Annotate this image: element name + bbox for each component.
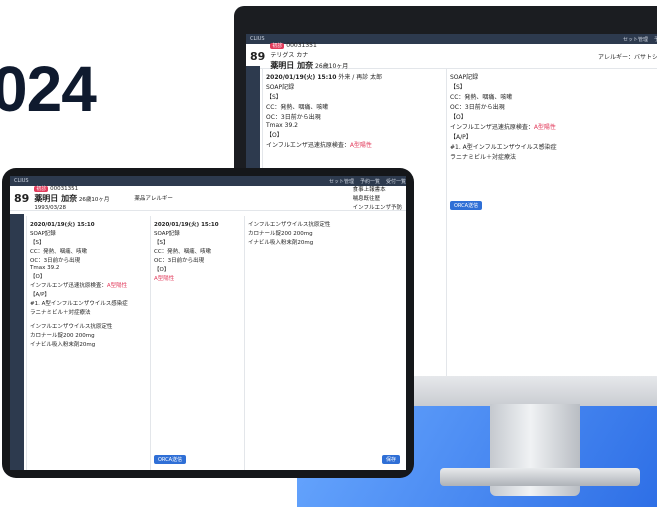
soap-s-line: CC：発熱、咽痛、咳嗽 (154, 249, 212, 255)
soap-s-line: Tmax 39.2 (30, 265, 60, 271)
soap-p-line: ラニナミビル＋対症療法 (30, 310, 91, 316)
soap-o-result: A型陽性 (106, 283, 128, 289)
patient-id: 00031351 (50, 186, 79, 192)
soap-header: SOAP記録 (154, 231, 180, 237)
tablet-middle-panel: 2020/01/19(火) 15:10 SOAP記録 【S】 CC：発熱、咽痛、… (150, 216, 247, 470)
soap-s-line: CC：発熱、咽痛、咳嗽 (30, 249, 88, 255)
info-item: 喘息既往歴 (352, 196, 381, 202)
info-item: 食事上報書本 (352, 187, 386, 193)
patient-age: 89 (250, 49, 266, 63)
soap-o-line: インフルエンザ迅速抗原検査： (266, 142, 350, 149)
soap-s-line: OC：3日前から出現 (30, 258, 81, 264)
order-item[interactable]: イナビル吸入粉末剤20mg (248, 238, 403, 246)
soap-p-label: 【A/P】 (30, 292, 50, 298)
soap-o-label: 【O】 (154, 267, 170, 273)
orca-submit-button[interactable]: ORCA送信 (154, 455, 187, 464)
soap-s-label: 【S】 (154, 240, 169, 246)
order-item[interactable]: インフルエンザウイルス抗原定性 (30, 322, 150, 330)
order-item[interactable]: カロナール錠200 200mg (248, 229, 403, 237)
soap-p-line: #1. A型インフルエンザウイルス感染症 (30, 301, 128, 307)
patient-age-detail: 26歳10ヶ月 (78, 197, 110, 203)
patient-kana: テリグス カナ (270, 51, 309, 59)
monitor-base (440, 468, 640, 486)
record-datetime: 2020/01/19(火) 15:10 (266, 74, 337, 81)
patient-age: 89 (14, 191, 30, 205)
save-button[interactable]: 保存 (381, 455, 400, 464)
info-item: インフルエンザ予防 (352, 205, 402, 211)
soap-p-line: #1. A型インフルエンザウイルス感染症 (450, 144, 557, 151)
soap-s-line: OC：3日前から出現 (266, 114, 321, 121)
soap-s-line: OC：3日前から出現 (154, 258, 205, 264)
tablet-record-panel: 2020/01/19(火) 15:10 SOAP記録 【S】 CC：発熱、咽痛、… (26, 216, 153, 470)
menu-set[interactable]: セット管理 (329, 178, 354, 185)
soap-s-line: CC：発熱、咽痛、咳嗽 (266, 104, 329, 111)
patient-birth: 1993/03/28 (34, 205, 67, 211)
patient-header: 89 初診 00031351 テリグス カナ 薬明日 加奈 26歳10ヶ月 アレ… (246, 41, 657, 70)
soap-o-label: 【O】 (30, 274, 46, 280)
soap-s-label: 【S】 (30, 240, 45, 246)
app-logo: CLIUS (250, 36, 265, 42)
patient-tag: 初診 (34, 186, 49, 192)
allergy-label: アレルギー：バサトシン薬 (597, 53, 657, 61)
watermark-year: 024 (0, 53, 97, 125)
menu-set[interactable]: セット管理 (623, 36, 648, 43)
tablet-logo: CLIUS (14, 178, 29, 184)
soap-header: SOAP記録 (30, 231, 56, 237)
record-datetime: 2020/01/19(火) 15:10 (30, 222, 95, 228)
record-datetime: 2020/01/19(火) 15:10 (154, 222, 219, 228)
record-meta: 外来 / 再診 太郎 (338, 74, 383, 81)
order-item[interactable]: インフルエンザウイルス抗原定性 (248, 220, 403, 228)
soap-o-line: インフルエンザ迅速抗原検査： (30, 283, 107, 289)
patient-name: 薬明日 加奈 (34, 194, 78, 203)
patient-id: 00031351 (286, 41, 317, 49)
soap-s-label: 【S】 (450, 84, 466, 91)
tablet-sidebar (10, 214, 24, 470)
soap-s-line: OC：3日前から出現 (450, 104, 505, 111)
allergy-tag: 薬品アレルギー (134, 196, 173, 202)
soap-o-result: A型陽性 (349, 142, 372, 149)
soap-header: SOAP記録 (450, 74, 479, 81)
tablet-device: CLIUS セット管理 予約一覧 受付一覧 89 初診 00031351 薬明日… (2, 168, 414, 478)
tablet-screen: CLIUS セット管理 予約一覧 受付一覧 89 初診 00031351 薬明日… (10, 176, 406, 470)
monitor-right-panel: SOAP記録 【S】 CC：発熱、咽痛、咳嗽 OC：3日前から出現 【O】 イン… (446, 68, 657, 376)
tablet-order-panel: インフルエンザウイルス抗原定性 カロナール錠200 200mg イナビル吸入粉末… (244, 216, 406, 470)
soap-o-label: 【O】 (266, 132, 283, 139)
soap-o-label: 【O】 (450, 114, 467, 121)
soap-p-line: ラニナミビル＋対症療法 (450, 154, 517, 161)
order-item[interactable]: イナビル吸入粉末剤20mg (30, 340, 150, 348)
soap-o-result: A型陽性 (533, 124, 556, 131)
soap-o-line: インフルエンザ迅速抗原検査： (450, 124, 534, 131)
order-item[interactable]: カロナール錠200 200mg (30, 331, 150, 339)
soap-s-label: 【S】 (266, 94, 282, 101)
soap-o-result: A型陽性 (154, 276, 175, 282)
soap-header: SOAP記録 (266, 84, 295, 91)
soap-s-line: CC：発熱、咽痛、咳嗽 (450, 94, 513, 101)
tablet-patient-header: 89 初診 00031351 薬明日 加奈 26歳10ヶ月 1993/03/28… (10, 186, 406, 211)
orca-submit-button[interactable]: ORCA送信 (450, 201, 483, 210)
soap-s-line: Tmax 39.2 (266, 122, 299, 129)
patient-tag: 初診 (270, 42, 285, 49)
soap-p-label: 【A/P】 (450, 134, 472, 141)
